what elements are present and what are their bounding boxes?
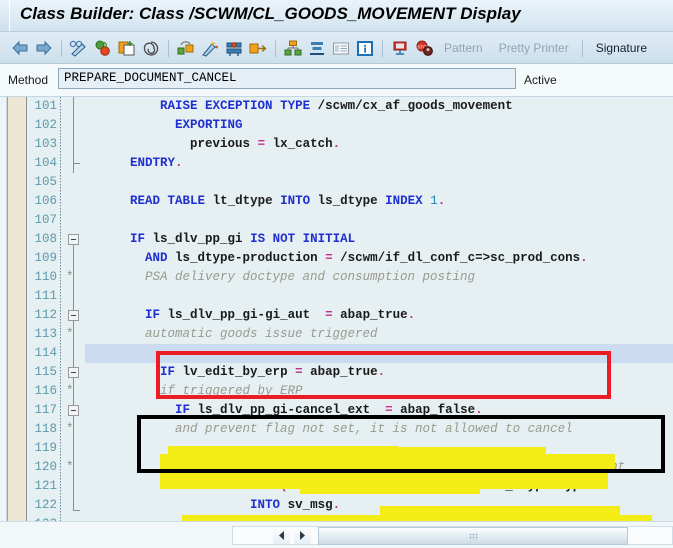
- toolbar-separator: [581, 39, 583, 57]
- object-navigator-icon[interactable]: [176, 37, 196, 59]
- line-number: 109: [34, 251, 57, 265]
- line-number: 114: [34, 346, 57, 360]
- line-number: 103: [34, 137, 57, 151]
- line-number: 101: [34, 99, 57, 113]
- code-line[interactable]: PSA delivery doctype and consumption pos…: [85, 268, 475, 287]
- method-label: Method: [8, 73, 49, 87]
- pattern-button[interactable]: Pattern: [436, 41, 491, 55]
- code-line[interactable]: IF lv_edit_by_erp = abap_true.: [85, 363, 385, 382]
- code-line[interactable]: READ TABLE lt_dtype INTO ls_dtype INDEX …: [85, 192, 445, 211]
- main-toolbar: STO Pattern Pretty Printer Signature: [0, 32, 673, 64]
- scrollbar-thumb[interactable]: [318, 527, 628, 545]
- activate-icon[interactable]: [117, 37, 137, 59]
- signature-button[interactable]: Signature: [588, 41, 655, 55]
- code-line[interactable]: IF ls_dlv_pp_gi IS NOT INITIAL: [85, 230, 355, 249]
- line-number: 119: [34, 441, 57, 455]
- fold-toggle-115[interactable]: [68, 367, 79, 378]
- line-number: 111: [34, 289, 57, 303]
- page-title: Class Builder: Class /SCWM/CL_GOODS_MOVE…: [20, 4, 521, 23]
- line-number: 104: [34, 156, 57, 170]
- toolbar-separator: [275, 39, 276, 57]
- highlight-stroke: [160, 454, 615, 473]
- display-list-icon[interactable]: [331, 37, 351, 59]
- sort-lines-icon[interactable]: [307, 37, 327, 59]
- code-line[interactable]: automatic goods issue triggered: [85, 325, 378, 344]
- line-number: 117: [34, 403, 57, 417]
- local-definitions-icon[interactable]: [390, 37, 410, 59]
- breakpoint-icon[interactable]: [224, 37, 244, 59]
- line-number: 105: [34, 175, 57, 189]
- back-arrow-icon[interactable]: [10, 37, 30, 59]
- code-line[interactable]: ENDTRY.: [85, 154, 183, 173]
- code-line[interactable]: INTO sv_msg.: [85, 496, 340, 515]
- scrollbar-grip-icon: [468, 532, 478, 540]
- line-number: 102: [34, 118, 57, 132]
- highlight-stroke: [396, 447, 546, 455]
- line-number: 121: [34, 479, 57, 493]
- code-line[interactable]: RAISE EXCEPTION TYPE /scwm/cx_af_goods_m…: [85, 97, 513, 116]
- fold-end-tick: [73, 163, 80, 164]
- window-title-bar: Class Builder: Class /SCWM/CL_GOODS_MOVE…: [0, 0, 673, 32]
- line-number: 115: [34, 365, 57, 379]
- code-line[interactable]: previous = lx_catch.: [85, 135, 340, 154]
- code-line[interactable]: IF ls_dlv_pp_gi-gi_aut = abap_true.: [85, 306, 415, 325]
- toolbar-separator: [382, 39, 383, 57]
- fold-toggle-112[interactable]: [68, 310, 79, 321]
- code-line[interactable]: IF ls_dlv_pp_gi-cancel_ext = abap_false.: [85, 401, 483, 420]
- editor-left-strip: [0, 97, 7, 521]
- line-number: 120: [34, 460, 57, 474]
- method-name-input[interactable]: PREPARE_DOCUMENT_CANCEL: [58, 68, 516, 89]
- line-number: 106: [34, 194, 57, 208]
- status-badge: Active: [524, 73, 557, 87]
- fold-guide-line: [73, 97, 74, 173]
- code-line[interactable]: if triggered by ERP: [85, 382, 303, 401]
- line-number: 110: [34, 270, 57, 284]
- where-used-list-icon[interactable]: [141, 37, 161, 59]
- sap-class-builder-window: Class Builder: Class /SCWM/CL_GOODS_MOVE…: [0, 0, 673, 548]
- execute-icon[interactable]: [248, 37, 268, 59]
- fold-toggle-108[interactable]: [68, 234, 79, 245]
- code-line[interactable]: AND ls_dtype-production = /scwm/if_dl_co…: [85, 249, 588, 268]
- highlight-stroke: [300, 487, 480, 494]
- horizontal-scrollbar[interactable]: [0, 521, 673, 548]
- toolbar-separator: [61, 39, 62, 57]
- fold-guide-line: [73, 321, 74, 511]
- line-number: 118: [34, 422, 57, 436]
- editor-margin-strip: [7, 97, 27, 521]
- stop-icon[interactable]: STO: [414, 37, 434, 59]
- line-number: 113: [34, 327, 57, 341]
- code-line[interactable]: EXPORTING: [85, 116, 243, 135]
- scroll-right-arrow-icon[interactable]: [294, 527, 311, 544]
- code-line[interactable]: and prevent flag not set, it is not allo…: [85, 420, 573, 439]
- display-change-glasses-pencil-icon[interactable]: [69, 37, 89, 59]
- selected-line-highlight: [85, 344, 673, 363]
- fold-toggle-117[interactable]: [68, 405, 79, 416]
- class-hierarchy-icon[interactable]: [283, 37, 303, 59]
- toolbar-separator: [168, 39, 169, 57]
- line-number: 116: [34, 384, 57, 398]
- scroll-left-arrow-icon[interactable]: [273, 527, 290, 544]
- line-number: 107: [34, 213, 57, 227]
- pretty-printer-button[interactable]: Pretty Printer: [491, 41, 577, 55]
- line-number: 108: [34, 232, 57, 246]
- fold-end-tick: [73, 510, 80, 511]
- line-number: 122: [34, 498, 57, 512]
- debugger-wand-icon[interactable]: [200, 37, 220, 59]
- method-bar: Method PREPARE_DOCUMENT_CANCEL Active: [0, 64, 673, 97]
- info-icon[interactable]: [355, 37, 375, 59]
- line-number: 112: [34, 308, 57, 322]
- check-syntax-icon[interactable]: [93, 37, 113, 59]
- highlight-stroke: [182, 515, 652, 521]
- title-bar-edge: [0, 0, 10, 31]
- forward-arrow-icon[interactable]: [34, 37, 54, 59]
- code-editor[interactable]: 101 RAISE EXCEPTION TYPE /scwm/cx_af_goo…: [0, 97, 673, 521]
